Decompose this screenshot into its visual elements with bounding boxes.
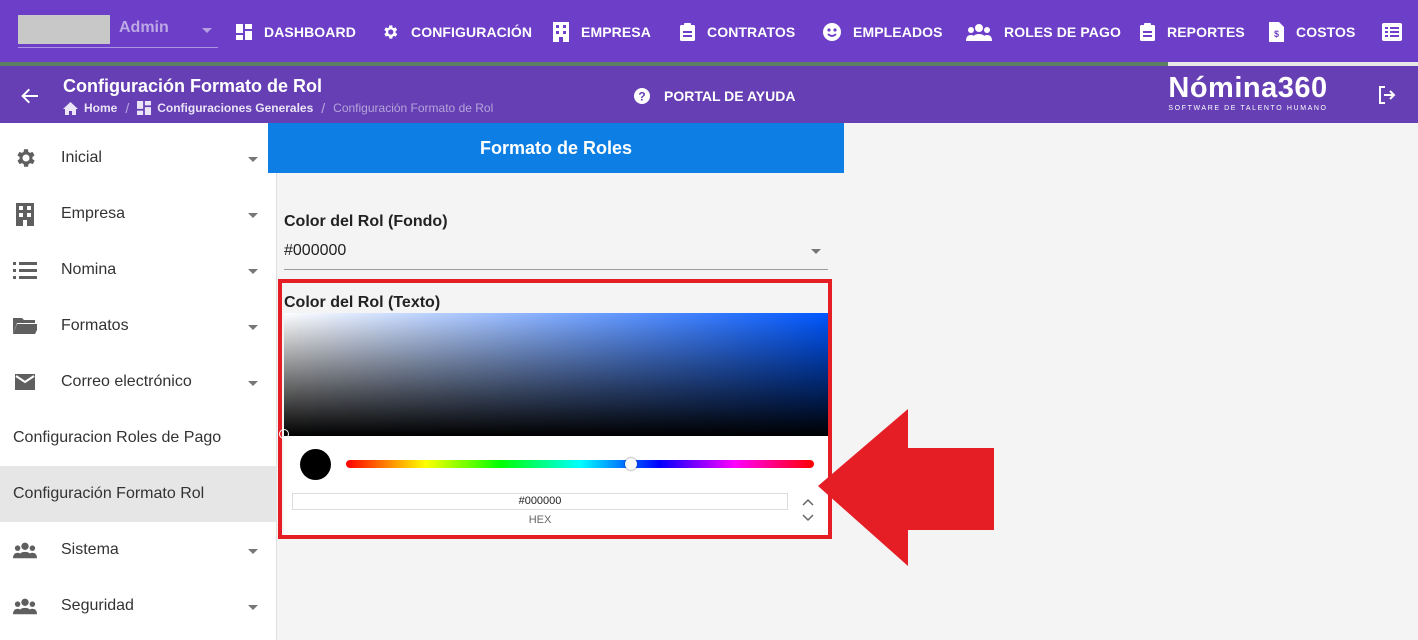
- sidebar-item-formatos[interactable]: Formatos: [0, 298, 277, 354]
- chevron-down-icon: [811, 249, 821, 254]
- gear-icon: [384, 25, 398, 39]
- chevron-down-icon: [248, 157, 258, 162]
- sidebar-item-label: Empresa: [61, 205, 126, 222]
- text-color-label: Color del Rol (Texto): [284, 294, 441, 311]
- hue-slider[interactable]: [346, 460, 814, 468]
- nav-roles-de-pago-label: ROLES DE PAGO: [1004, 24, 1121, 40]
- saturation-area[interactable]: [279, 313, 828, 439]
- hex-label: HEX: [528, 514, 552, 526]
- brand-logo: Nómina360 SOFTWARE DE TALENTO HUMANO: [1158, 72, 1338, 112]
- building-icon: [16, 203, 34, 226]
- breadcrumb-home[interactable]: Home: [84, 101, 117, 115]
- sidebar-item-label: Inicial: [61, 149, 102, 166]
- help-portal-label: PORTAL DE AYUDA: [664, 88, 796, 104]
- avatar: [18, 15, 110, 44]
- sidebar-item-label: Sistema: [61, 541, 119, 558]
- chevron-down-icon: [248, 213, 258, 218]
- page-header: Configuración Formato de Rol Home / Conf…: [0, 66, 1418, 123]
- sidebar-item-configuracion-formato[interactable]: Configuración Formato Rol: [0, 466, 277, 522]
- chevron-down-icon: [248, 381, 258, 386]
- chevron-down-icon: [248, 549, 258, 554]
- dashboard-icon: [137, 101, 152, 115]
- sidebar-item-empresa[interactable]: Empresa: [0, 186, 277, 242]
- background-color-select[interactable]: #000000: [284, 236, 828, 270]
- clipboard-list-icon: [1140, 23, 1155, 41]
- nav-empresa-label: EMPRESA: [581, 24, 651, 40]
- nav-costos[interactable]: $ COSTOS: [1269, 20, 1355, 44]
- color-picker: #000000 HEX: [279, 313, 828, 535]
- top-navbar: Admin DASHBOARD CONFIGURACIÓN EMPRESA CO…: [0, 0, 1418, 62]
- breadcrumb: Home / Configuraciones Generales / Confi…: [63, 100, 493, 116]
- breadcrumb-configuraciones[interactable]: Configuraciones Generales: [157, 101, 313, 115]
- user-menu[interactable]: Admin: [18, 10, 218, 48]
- nav-dashboard[interactable]: DASHBOARD: [236, 20, 356, 44]
- building-icon: [553, 22, 569, 42]
- nav-empleados[interactable]: EMPLEADOS: [823, 20, 943, 44]
- back-arrow-icon[interactable]: [20, 86, 40, 106]
- sidebar-item-correo[interactable]: Correo electrónico: [0, 354, 277, 410]
- chevron-down-icon: [202, 28, 212, 33]
- sidebar-item-nomina[interactable]: Nomina: [0, 242, 277, 298]
- nav-more[interactable]: [1382, 20, 1414, 44]
- users-icon: [966, 24, 992, 41]
- sidebar-item-label: Seguridad: [61, 597, 134, 614]
- chevron-down-icon: [248, 605, 258, 610]
- card-title: Formato de Roles: [268, 123, 844, 173]
- background-color-label: Color del Rol (Fondo): [284, 213, 448, 230]
- users-icon: [13, 598, 37, 615]
- sidebar-item-configuracion-roles[interactable]: Configuracion Roles de Pago: [0, 410, 277, 466]
- mail-icon: [15, 374, 35, 390]
- help-portal-link[interactable]: ? PORTAL DE AYUDA: [634, 88, 795, 104]
- help-icon: ?: [634, 88, 650, 104]
- saturation-handle[interactable]: [279, 429, 289, 439]
- background-color-value: #000000: [284, 242, 347, 259]
- user-name: Admin: [119, 19, 169, 36]
- sidebar-item-inicial[interactable]: Inicial: [0, 130, 277, 186]
- color-preview-swatch: [300, 449, 331, 480]
- nav-empleados-label: EMPLEADOS: [853, 24, 943, 40]
- sidebar-item-label: Formatos: [61, 317, 129, 334]
- gear-icon: [17, 149, 35, 167]
- nav-reportes[interactable]: REPORTES: [1140, 20, 1245, 44]
- file-dollar-icon: $: [1269, 22, 1284, 42]
- nav-contratos[interactable]: CONTRATOS: [680, 20, 795, 44]
- nav-configuracion[interactable]: CONFIGURACIÓN: [381, 20, 532, 44]
- svg-text:?: ?: [638, 90, 645, 104]
- users-icon: [13, 542, 37, 559]
- nav-configuracion-label: CONFIGURACIÓN: [411, 24, 533, 40]
- dashboard-icon: [236, 24, 252, 40]
- sidebar-item-seguridad[interactable]: Seguridad: [0, 578, 277, 634]
- list-box-icon: [1382, 23, 1402, 41]
- list-icon: [13, 262, 37, 279]
- nav-dashboard-label: DASHBOARD: [264, 24, 356, 40]
- clipboard-icon: [680, 23, 695, 41]
- chevron-down-icon: [248, 325, 258, 330]
- sidebar-item-label: Configuracion Roles de Pago: [13, 429, 222, 446]
- svg-text:$: $: [1274, 29, 1279, 39]
- arrow-left-icon: [818, 409, 994, 566]
- chevron-down-icon: [248, 269, 258, 274]
- sidebar-item-label: Configuración Formato Rol: [13, 485, 205, 502]
- sidebar-item-label: Nomina: [61, 261, 117, 278]
- page-title: Configuración Formato de Rol: [63, 76, 322, 96]
- logout-icon[interactable]: [1378, 86, 1396, 104]
- hex-input[interactable]: #000000: [292, 493, 788, 510]
- nav-reportes-label: REPORTES: [1167, 24, 1245, 40]
- nav-empresa[interactable]: EMPRESA: [553, 20, 651, 44]
- sidebar-item-sistema[interactable]: Sistema: [0, 522, 277, 578]
- sidebar: Inicial Empresa Nomina Formatos Correo e…: [0, 123, 277, 640]
- brand-tagline: SOFTWARE DE TALENTO HUMANO: [1168, 105, 1328, 112]
- home-icon: [63, 101, 78, 115]
- hue-slider-handle[interactable]: [625, 458, 637, 470]
- face-icon: [823, 23, 841, 41]
- brand-name: Nómina360: [1168, 72, 1328, 104]
- nav-roles-de-pago[interactable]: ROLES DE PAGO: [966, 20, 1121, 44]
- nav-costos-label: COSTOS: [1296, 24, 1356, 40]
- nav-contratos-label: CONTRATOS: [707, 24, 796, 40]
- sidebar-item-label: Correo electrónico: [61, 373, 192, 390]
- breadcrumb-current: Configuración Formato de Rol: [333, 101, 494, 115]
- folder-open-icon: [13, 318, 37, 334]
